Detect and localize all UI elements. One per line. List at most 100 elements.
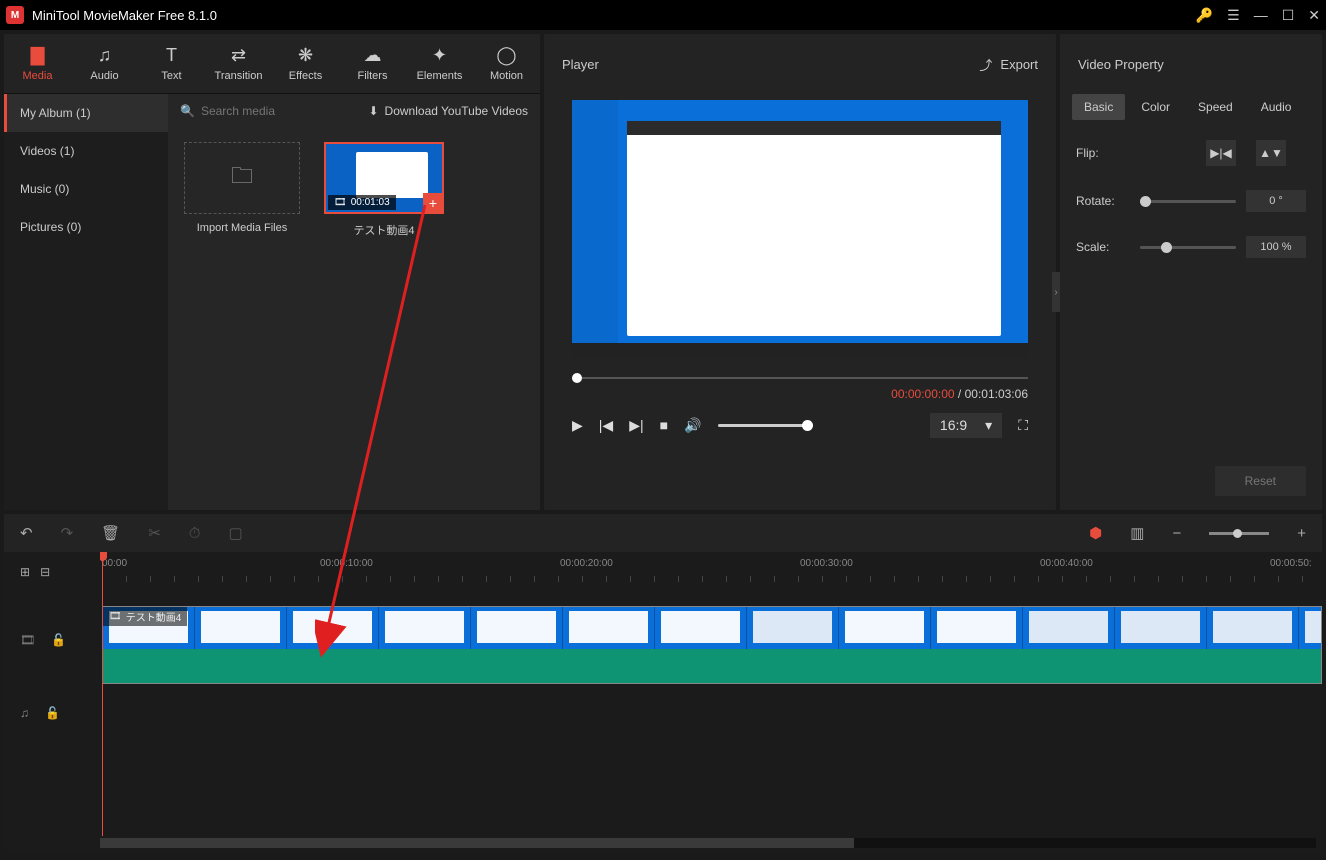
property-title: Video Property — [1078, 57, 1164, 72]
scale-slider[interactable] — [1140, 246, 1236, 249]
timeline-scrollbar[interactable] — [100, 838, 1316, 848]
timeline-clip[interactable]: 🎞 テスト動画4 — [102, 606, 1322, 684]
lock-icon[interactable]: 🔓 — [51, 633, 66, 647]
player-progress[interactable] — [572, 373, 1028, 383]
search-input[interactable] — [201, 104, 356, 118]
video-track[interactable]: 🎞 テスト動画4 — [100, 592, 1322, 688]
sidenav-pictures[interactable]: Pictures (0) — [4, 208, 168, 246]
delete-button[interactable]: 🗑 — [101, 524, 120, 542]
audio-track-icon: ♫ — [20, 706, 29, 720]
sidenav-music[interactable]: Music (0) — [4, 170, 168, 208]
lock-icon[interactable]: 🔓 — [45, 706, 60, 720]
ribbon-text[interactable]: TText — [138, 34, 205, 93]
media-area: 🔍 ⬇ Download YouTube Videos 🗀 Import Med… — [168, 94, 540, 510]
stop-button[interactable]: ■ — [660, 417, 668, 433]
scale-value[interactable]: 100 % — [1246, 236, 1306, 258]
next-frame-button[interactable]: ▶| — [629, 417, 643, 434]
player-panel: Player ⤴ Export 00:00:00:00 / 00:01:03:0… — [544, 34, 1056, 510]
maximize-button[interactable]: ☐ — [1282, 7, 1295, 24]
app-title: MiniTool MovieMaker Free 8.1.0 — [32, 8, 1196, 23]
remove-track-button[interactable]: ⊟ — [40, 565, 50, 579]
key-icon[interactable]: 🔑 — [1196, 7, 1213, 24]
ribbon-label: Motion — [490, 70, 523, 82]
speed-button[interactable]: ⏱ — [189, 525, 201, 542]
text-icon: T — [166, 45, 177, 66]
elements-icon: ✦ — [432, 45, 447, 66]
timeline-ruler[interactable]: 00:00 00:00:10:00 00:00:20:00 00:00:30:0… — [100, 552, 1322, 592]
ribbon-transition[interactable]: ⇄Transition — [205, 34, 272, 93]
import-label: Import Media Files — [197, 222, 287, 234]
chevron-down-icon: ▾ — [985, 417, 992, 434]
volume-slider[interactable] — [718, 424, 808, 427]
minimize-button[interactable]: — — [1254, 7, 1268, 23]
ribbon-label: Transition — [215, 70, 263, 82]
add-track-button[interactable]: ⊞ — [20, 565, 30, 579]
ribbon-motion[interactable]: ◯Motion — [473, 34, 540, 93]
zoom-out-button[interactable]: − — [1172, 525, 1181, 542]
timeline: ⊞ ⊟ 🎞 🔓 ♫ 🔓 00:00 00:00:10:00 00:00:20:0… — [4, 552, 1322, 852]
flip-horizontal-button[interactable]: ▶|◀ — [1206, 140, 1236, 166]
undo-button[interactable]: ↶ — [20, 524, 33, 542]
film-icon: 🎞 — [334, 197, 347, 208]
volume-icon[interactable]: 🔊 — [684, 417, 701, 434]
media-clip[interactable]: 🎞00:01:03 + テスト動画4 — [322, 142, 446, 238]
ribbon-media[interactable]: ▇Media — [4, 34, 71, 93]
marker-icon[interactable]: ⬢ — [1089, 524, 1102, 542]
folder-icon: ▇ — [31, 45, 45, 66]
flip-label: Flip: — [1076, 146, 1130, 160]
collapse-handle[interactable]: › — [1052, 272, 1060, 312]
zoom-in-button[interactable]: + — [1297, 525, 1306, 542]
tab-speed[interactable]: Speed — [1186, 94, 1245, 120]
audio-track[interactable] — [100, 688, 1322, 738]
ruler-tick: 00:00:40:00 — [1040, 558, 1093, 569]
crop-button[interactable]: ▢ — [228, 524, 242, 542]
ribbon-label: Effects — [289, 70, 322, 82]
menu-icon[interactable]: ☰ — [1227, 7, 1240, 24]
effects-icon: ❋ — [298, 45, 313, 66]
tab-audio[interactable]: Audio — [1249, 94, 1304, 120]
fullscreen-button[interactable]: ⛶ — [1018, 417, 1028, 434]
music-icon: ♫ — [98, 45, 112, 66]
import-media-button[interactable]: 🗀 — [184, 142, 300, 214]
rotate-value[interactable]: 0 ° — [1246, 190, 1306, 212]
redo-button[interactable]: ↷ — [61, 524, 74, 542]
export-button[interactable]: ⤴ Export — [979, 55, 1038, 74]
export-icon: ⤴ — [979, 55, 992, 74]
reset-button[interactable]: Reset — [1215, 466, 1306, 496]
add-clip-button[interactable]: + — [423, 193, 443, 213]
ribbon-filters[interactable]: ☁Filters — [339, 34, 406, 93]
rotate-label: Rotate: — [1076, 194, 1130, 208]
prev-frame-button[interactable]: |◀ — [599, 417, 613, 434]
split-button[interactable]: ✂ — [148, 524, 161, 542]
zoom-slider[interactable] — [1209, 532, 1269, 535]
tab-color[interactable]: Color — [1129, 94, 1182, 120]
total-time: 00:01:03:06 — [965, 387, 1028, 401]
ribbon-effects[interactable]: ❋ Effects — [272, 34, 339, 93]
download-icon: ⬇ — [368, 104, 378, 118]
playhead[interactable] — [102, 552, 103, 836]
ribbon-audio[interactable]: ♫Audio — [71, 34, 138, 93]
ribbon-elements[interactable]: ✦Elements — [406, 34, 473, 93]
player-timecode: 00:00:00:00 / 00:01:03:06 — [572, 387, 1028, 401]
current-time: 00:00:00:00 — [891, 387, 954, 401]
film-icon: 🎞 — [109, 611, 122, 622]
download-youtube-link[interactable]: ⬇ Download YouTube Videos — [368, 104, 528, 118]
tab-basic[interactable]: Basic — [1072, 94, 1125, 120]
snap-icon[interactable]: ▥ — [1130, 524, 1144, 542]
flip-vertical-button[interactable]: ▲▼ — [1256, 140, 1286, 166]
ratio-value: 16:9 — [940, 417, 967, 433]
ribbon: ▇Media ♫Audio TText ⇄Transition ❋ Effects… — [4, 34, 540, 94]
sidenav-videos[interactable]: Videos (1) — [4, 132, 168, 170]
filters-icon: ☁ — [364, 45, 382, 66]
scale-label: Scale: — [1076, 240, 1130, 254]
rotate-slider[interactable] — [1140, 200, 1236, 203]
video-track-head: 🎞 🔓 — [4, 592, 100, 688]
ruler-tick: 00:00:50: — [1270, 558, 1312, 569]
sidenav-my-album[interactable]: My Album (1) — [4, 94, 168, 132]
play-button[interactable]: ▶ — [572, 417, 583, 434]
close-button[interactable]: ✕ — [1308, 7, 1320, 24]
property-panel: › Video Property Basic Color Speed Audio… — [1060, 34, 1322, 510]
aspect-ratio-select[interactable]: 16:9 ▾ — [930, 413, 1002, 438]
timeline-clip-label: テスト動画4 — [126, 609, 182, 624]
media-panel: ▇Media ♫Audio TText ⇄Transition ❋ Effects… — [4, 34, 540, 510]
